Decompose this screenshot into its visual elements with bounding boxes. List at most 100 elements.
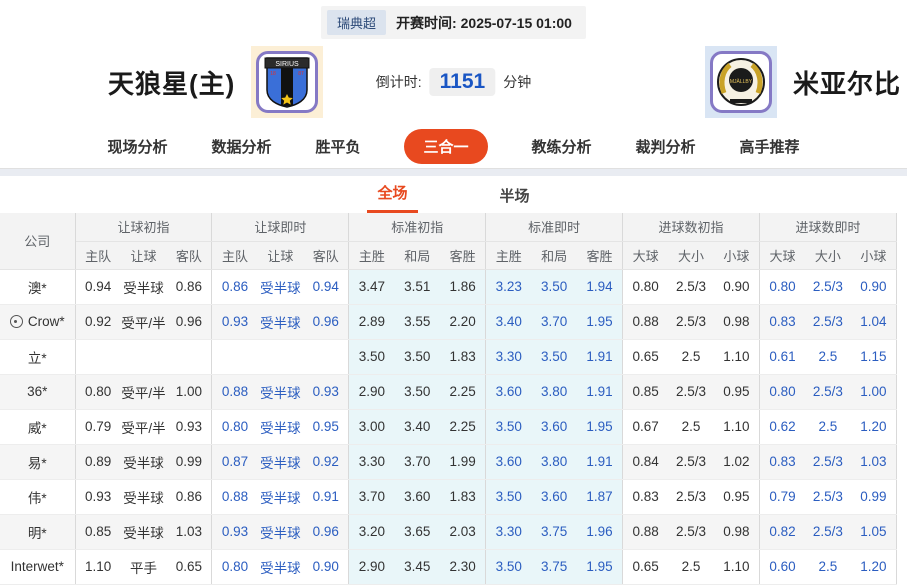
league-badge: 瑞典超	[327, 10, 386, 35]
subtab-full-match[interactable]: 全场	[367, 176, 417, 213]
odds-cell: 0.80	[623, 269, 669, 304]
odds-cell: 3.40	[486, 304, 532, 339]
odds-cell: 1.05	[851, 514, 897, 549]
odds-cell: 1.83	[440, 479, 486, 514]
table-row: 伟*0.93受半球0.860.88受半球0.913.703.601.833.50…	[0, 479, 897, 514]
company-cell: 伟*	[0, 479, 75, 514]
odds-cell: 1.99	[440, 444, 486, 479]
group-header: 进球数初指	[623, 213, 760, 241]
odds-cell: 2.5	[805, 339, 851, 374]
odds-cell: 3.40	[394, 409, 440, 444]
company-cell: 36*	[0, 374, 75, 409]
odds-cell: 0.93	[75, 479, 121, 514]
tab-win-draw-lose[interactable]: 胜平负	[315, 136, 360, 157]
sub-header: 让球	[258, 241, 304, 269]
odds-cell: 0.65	[623, 339, 669, 374]
sub-header: 客队	[166, 241, 212, 269]
odds-cell: 3.65	[394, 514, 440, 549]
odds-cell: 3.70	[349, 479, 395, 514]
home-team-logo: SIRIUS 18 87	[251, 46, 323, 118]
odds-cell: 2.5/3	[668, 269, 714, 304]
odds-cell	[258, 339, 304, 374]
sub-header: 和局	[531, 241, 577, 269]
tab-data-analysis[interactable]: 数据分析	[211, 136, 271, 157]
odds-cell	[212, 339, 258, 374]
odds-cell: 1.94	[577, 269, 623, 304]
home-team-name: 天狼星(主)	[108, 64, 235, 101]
tab-coach-analysis[interactable]: 教练分析	[532, 136, 592, 157]
odds-cell: 2.5/3	[805, 444, 851, 479]
odds-cell: 3.51	[394, 269, 440, 304]
table-row: Interwet*1.10平手0.650.80受半球0.902.903.452.…	[0, 549, 897, 584]
odds-cell: 3.20	[349, 514, 395, 549]
company-cell: 明*	[0, 514, 75, 549]
company-cell: Interwet*	[0, 549, 75, 584]
odds-cell: 0.93	[212, 304, 258, 339]
odds-cell: 2.03	[440, 514, 486, 549]
sirius-crest-icon: SIRIUS 18 87	[263, 56, 311, 108]
kickoff-time: 开赛时间: 2025-07-15 01:00	[396, 13, 572, 33]
group-header: 标准即时	[486, 213, 623, 241]
tab-live-analysis[interactable]: 现场分析	[107, 136, 167, 157]
countdown: 倒计时: 1151 分钟	[376, 68, 531, 96]
odds-cell: 0.92	[303, 444, 349, 479]
odds-cell: 0.94	[303, 269, 349, 304]
sub-header: 大小	[668, 241, 714, 269]
odds-cell: 受半球	[121, 514, 167, 549]
company-cell: Crow*	[0, 304, 75, 339]
sub-header: 主队	[75, 241, 121, 269]
odds-cell: 3.60	[531, 479, 577, 514]
odds-cell: 0.93	[166, 409, 212, 444]
odds-cell: 1.95	[577, 409, 623, 444]
company-cell: 澳*	[0, 269, 75, 304]
odds-cell	[121, 339, 167, 374]
odds-cell: 3.75	[531, 514, 577, 549]
odds-cell: 2.30	[440, 549, 486, 584]
company-cell: 易*	[0, 444, 75, 479]
odds-cell: 0.60	[759, 549, 805, 584]
odds-cell: 2.5	[668, 409, 714, 444]
tab-referee-analysis[interactable]: 裁判分析	[636, 136, 696, 157]
away-team-logo: MJÄLLBY	[705, 46, 777, 118]
sub-header: 小球	[851, 241, 897, 269]
odds-cell: 1.15	[851, 339, 897, 374]
table-row: 威*0.79受平/半0.930.80受半球0.953.003.402.253.5…	[0, 409, 897, 444]
sub-header: 主胜	[349, 241, 395, 269]
countdown-unit: 分钟	[503, 72, 531, 92]
svg-text:SIRIUS: SIRIUS	[276, 61, 300, 68]
odds-cell: 2.20	[440, 304, 486, 339]
odds-cell: 3.00	[349, 409, 395, 444]
odds-cell: 0.99	[851, 479, 897, 514]
odds-cell: 0.95	[714, 479, 760, 514]
odds-cell: 0.83	[759, 444, 805, 479]
sub-header: 客胜	[577, 241, 623, 269]
odds-cell: 2.5	[668, 549, 714, 584]
odds-cell	[75, 339, 121, 374]
odds-cell: 0.98	[714, 514, 760, 549]
odds-cell: 1.00	[851, 374, 897, 409]
odds-cell: 0.89	[75, 444, 121, 479]
tab-three-in-one[interactable]: 三合一	[404, 129, 487, 164]
odds-cell: 3.50	[486, 549, 532, 584]
match-header: 天狼星(主) SIRIUS 18 87 倒计时: 1151 分钟	[0, 39, 907, 125]
odds-cell: 2.5	[805, 549, 851, 584]
odds-cell: 3.50	[531, 339, 577, 374]
away-team-name: 米亚尔比	[793, 64, 901, 101]
odds-cell: 受半球	[258, 304, 304, 339]
mjallby-crest-icon: MJÄLLBY	[716, 57, 766, 107]
odds-cell: 3.50	[531, 269, 577, 304]
tab-expert-picks[interactable]: 高手推荐	[740, 136, 800, 157]
odds-cell: 1.10	[714, 409, 760, 444]
subtab-half-match[interactable]: 半场	[490, 179, 540, 213]
odds-cell: 1.10	[714, 549, 760, 584]
odds-cell: 受平/半	[121, 409, 167, 444]
odds-cell: 0.93	[303, 374, 349, 409]
group-header: 让球初指	[75, 213, 212, 241]
odds-cell: 平手	[121, 549, 167, 584]
odds-cell: 受半球	[258, 479, 304, 514]
odds-cell: 1.20	[851, 549, 897, 584]
odds-cell: 0.90	[851, 269, 897, 304]
odds-cell: 0.80	[212, 549, 258, 584]
odds-cell: 2.25	[440, 409, 486, 444]
odds-cell: 0.84	[623, 444, 669, 479]
